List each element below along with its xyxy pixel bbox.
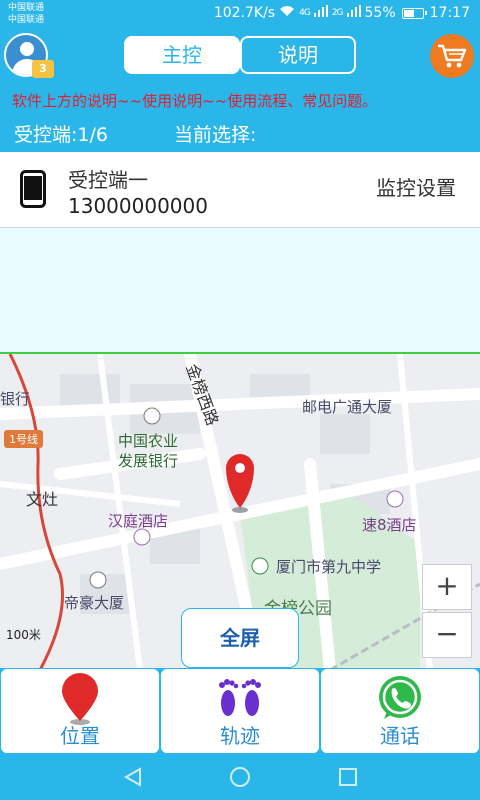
call-label: 通话 [380, 724, 420, 748]
zoom-in-button[interactable]: + [422, 564, 472, 610]
shopping-cart-icon [438, 44, 467, 68]
location-pin-icon [62, 673, 98, 725]
bottom-actions: 位置 轨迹 通话 [0, 668, 480, 754]
recents-icon[interactable] [337, 766, 359, 788]
home-icon[interactable] [229, 766, 251, 788]
map-label-abc-bank-2: 发展银行 [118, 452, 179, 470]
shopping-cart-button[interactable] [430, 34, 474, 78]
location-button[interactable]: 位置 [1, 669, 159, 753]
map-label-super8-hotel: 速8酒店 [362, 516, 417, 534]
carrier-info: 中国联通 中国联通 [8, 2, 44, 26]
track-button[interactable]: 轨迹 [161, 669, 319, 753]
status-bar: 中国联通 中国联通 102.7K/s 4G 2G 55% 17:17 [0, 0, 480, 30]
map-label-wenzao: 文灶 [26, 490, 59, 509]
call-button[interactable]: 通话 [321, 669, 479, 753]
monitor-settings-button[interactable]: 监控设置 [376, 172, 456, 201]
map-label-school: 厦门市第九中学 [276, 558, 382, 576]
battery-percent: 55% [364, 5, 396, 21]
footprints-icon [219, 679, 261, 716]
network-speed: 102.7K/s [213, 5, 276, 21]
status-indicators: 102.7K/s 4G 2G 55% 17:17 [214, 5, 470, 21]
track-label: 轨迹 [220, 724, 260, 748]
receiver-count: 受控端:1/6 [14, 124, 108, 146]
signal-2-icon [346, 5, 361, 21]
vip-crown-badge: 3 [32, 60, 54, 78]
zoom-out-button[interactable]: − [422, 612, 472, 658]
map-scale: 100米 [6, 628, 41, 642]
current-selection: 当前选择: [174, 124, 257, 146]
back-icon[interactable] [122, 766, 144, 788]
carrier-1: 中国联通 [8, 3, 45, 13]
tab-instructions[interactable]: 说明 [240, 36, 356, 74]
tab-main-control[interactable]: 主控 [124, 36, 240, 74]
location-label: 位置 [60, 724, 100, 748]
signal-1-label: 4G [299, 8, 311, 18]
notice-text: 软件上方的说明~~使用说明~~使用流程、常见问题。 [12, 92, 378, 110]
fullscreen-button[interactable]: 全屏 [181, 608, 299, 668]
system-nav-bar [0, 754, 480, 800]
map-label-bank-fragment: 银行 [0, 390, 31, 408]
clock: 17:17 [429, 5, 470, 21]
battery-icon [401, 7, 427, 19]
map-label-abc-bank-1: 中国农业 [118, 432, 179, 450]
phone-call-icon [379, 676, 421, 719]
map-label-hanting-hotel: 汉庭酒店 [108, 512, 169, 530]
wifi-icon [279, 5, 295, 21]
avatar-head [20, 42, 34, 56]
map-label-post-building: 邮电广通大厦 [302, 398, 393, 416]
device-phone-number: 13000000000 [68, 194, 208, 218]
carrier-2: 中国联通 [8, 15, 45, 25]
metro-line-badge: 1号线 [4, 430, 43, 448]
device-name: 受控端一 [68, 168, 148, 192]
signal-2-label: 2G [331, 8, 344, 18]
map-view[interactable]: 金榜西路 银行 1号线 中国农业 发展银行 邮电广通大厦 文灶 汉庭酒店 速8酒… [0, 352, 480, 668]
map-label-dihao-building: 帝豪大厦 [64, 594, 125, 612]
device-list-item[interactable]: 受控端一 13000000000 监控设置 [0, 152, 480, 228]
signal-1-icon [313, 5, 328, 21]
header: 3 主控 说明 软件上方的说明~~使用说明~~使用流程、常见问题。 受控端:1/… [0, 30, 480, 152]
mobile-phone-icon [20, 170, 46, 208]
